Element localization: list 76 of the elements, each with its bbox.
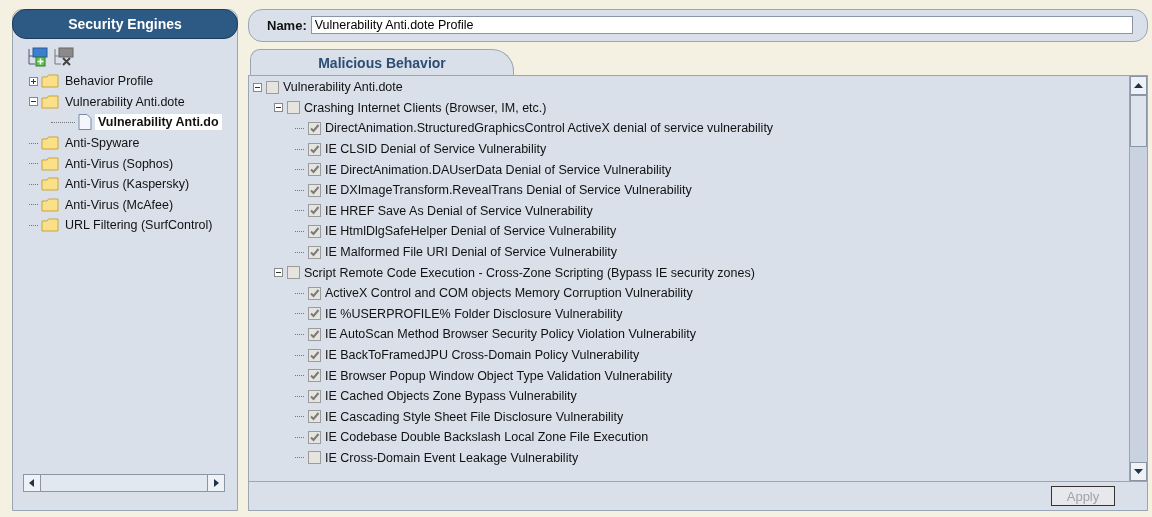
collapse-icon[interactable] [274,103,283,113]
rule-label: ActiveX Control and COM objects Memory Corruption Vulnerability [325,286,693,301]
tree-item[interactable]: Anti-Virus (McAfee) [62,196,177,213]
tree-item[interactable]: URL Filtering (SurfControl) [62,217,216,234]
checkbox[interactable] [308,327,321,341]
checkbox[interactable] [308,183,321,197]
rule-label: IE Cross-Domain Event Leakage Vulnerability [325,451,579,465]
tree-item[interactable]: Anti-Spyware [62,135,143,152]
folder-icon [41,156,59,171]
horizontal-scrollbar[interactable] [23,474,225,492]
folder-icon [41,218,59,233]
folder-icon [41,197,59,212]
collapse-icon[interactable] [29,97,38,107]
rule-label: IE DXImageTransform.RevealTrans Denial of Service Vulnerability [325,183,692,198]
tree-item[interactable]: Anti-Virus (Kaspersky) [62,176,193,193]
scroll-up-button[interactable] [1130,76,1147,95]
rule-label: IE CLSID Denial of Service Vulnerability [325,142,547,157]
up-arrow-icon [1134,83,1143,88]
add-node-icon[interactable] [27,47,49,67]
scroll-left-button[interactable] [23,474,41,492]
expand-icon[interactable] [29,76,38,86]
folder-icon [41,136,59,151]
rule-label: Crashing Internet Clients (Browser, IM, etc.) [304,100,547,115]
tab[interactable]: Malicious Behavior [250,49,514,75]
checkbox[interactable] [308,286,321,300]
checkbox[interactable] [308,163,321,177]
folder-icon [41,94,59,109]
checkbox[interactable] [308,224,321,238]
rule-label: IE HtmlDlgSafeHelper Denial of Service Vulnerability [325,224,617,239]
checkbox[interactable] [308,389,321,403]
collapse-icon[interactable] [274,268,283,278]
rule-label: DirectAnimation.StructuredGraphicsControl ActiveX denial of service vulnerability [325,121,774,136]
scroll-right-button[interactable] [207,474,225,492]
rule-label: IE Malformed File URI Denial of Service Vulnerability [325,245,617,260]
scroll-down-button[interactable] [1130,462,1147,481]
name-label: Name: [267,17,307,33]
down-arrow-icon [1134,469,1143,474]
checkbox[interactable] [308,204,321,218]
checkbox[interactable] [287,266,300,280]
checkbox[interactable] [308,245,321,259]
tree-item[interactable]: Vulnerability Anti.do [95,114,222,131]
folder-icon [41,177,59,192]
name-field[interactable]: Vulnerability Anti.dote Profile [310,16,1133,34]
rule-label: IE Cascading Style Sheet File Disclosure Vulnerability [325,409,624,424]
rule-label: IE DirectAnimation.DAUserData Denial of Service Vulnerability [325,162,672,177]
vertical-scrollbar[interactable] [1129,76,1147,481]
rule-label: IE Browser Popup Window Object Type Validation Vulnerability [325,368,673,383]
rule-label: Script Remote Code Execution - Cross-Zone Scripting (Bypass IE security zones) [304,265,755,280]
rule-label: IE Cached Objects Zone Bypass Vulnerability [325,389,577,404]
document-icon [78,114,92,131]
tree-item[interactable]: Behavior Profile [62,73,157,90]
rule-label: Vulnerability Anti.dote [283,80,403,95]
sidebar-title: Security Engines [12,9,238,39]
rule-label: IE AutoScan Method Browser Security Policy Violation Vulnerability [325,327,697,342]
checkbox[interactable] [308,307,321,321]
checkbox[interactable] [308,451,321,465]
tree-item[interactable]: Vulnerability Anti.dote [62,93,188,110]
rule-label: IE HREF Save As Denial of Service Vulnerability [325,203,593,218]
right-arrow-icon [213,479,219,487]
checkbox[interactable] [308,122,321,135]
checkbox[interactable] [308,369,321,383]
checkbox[interactable] [287,101,300,115]
collapse-icon[interactable] [253,82,262,92]
checkbox[interactable] [308,430,321,444]
rule-label: IE BackToFramedJPU Cross-Domain Policy Vulnerability [325,348,640,362]
checkbox[interactable] [308,410,321,424]
checkbox[interactable] [308,142,321,156]
tree-item[interactable]: Anti-Virus (Sophos) [62,155,177,172]
remove-node-icon[interactable] [53,47,75,67]
left-arrow-icon [29,479,35,487]
rule-label: IE Codebase Double Backslash Local Zone File Execution [325,430,649,445]
checkbox[interactable] [308,348,321,362]
scroll-thumb[interactable] [1130,95,1147,147]
rule-label: IE %USERPROFILE% Folder Disclosure Vulnerability [325,306,623,321]
folder-icon [41,74,59,89]
checkbox[interactable] [266,80,279,94]
